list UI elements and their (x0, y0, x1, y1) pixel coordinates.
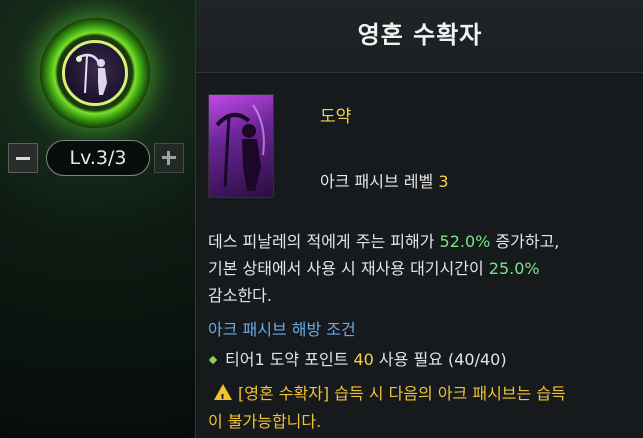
passive-level: 아크 패시브 레벨 3 (320, 168, 449, 192)
skill-level-controls: Lv.3/3 (8, 140, 194, 176)
reaper-icon (76, 53, 107, 95)
increase-level-button[interactable] (154, 143, 184, 173)
skill-node-soul-reaper[interactable] (40, 18, 150, 128)
skill-icon (208, 94, 274, 198)
exclusive-warning: [영혼 수확자] 습득 시 다음의 아크 패시브는 습득 이 불가능합니다. (208, 380, 638, 436)
tooltip-title: 영혼 수확자 (357, 21, 483, 49)
skill-node-portrait (62, 40, 128, 106)
warning-text: 이 불가능합니다. (208, 412, 322, 431)
plus-icon (162, 151, 176, 165)
desc-damage-value: 52.0% (439, 232, 491, 251)
unlock-condition-title: 아크 패시브 해방 조건 (208, 320, 356, 339)
warning-text: [영혼 수확자] 습득 시 다음의 아크 패시브는 습득 (238, 384, 566, 403)
minus-icon (16, 156, 30, 160)
skill-tooltip: 영혼 수확자 도약 아크 패시브 레벨 3 데스 피날레의 적에게 주는 피해가… (195, 0, 643, 438)
condition-text: 티어1 도약 포인트 (225, 350, 354, 369)
desc-text: 기본 상태에서 사용 시 재사용 대기시간이 (208, 259, 489, 278)
condition-text: 사용 필요 (40/40) (373, 350, 507, 369)
passive-level-label: 아크 패시브 레벨 (320, 172, 434, 191)
decrease-level-button[interactable] (8, 143, 38, 173)
desc-text: 감소한다. (208, 286, 272, 305)
condition-point-value: 40 (353, 350, 374, 369)
skill-level-display: Lv.3/3 (46, 140, 150, 176)
warning-icon (214, 384, 232, 413)
unlock-condition-item: 티어1 도약 포인트 40 사용 필요 (40/40) (208, 346, 507, 370)
bullet-diamond-icon (208, 355, 218, 364)
passive-level-value: 3 (438, 172, 449, 191)
skill-category: 도약 (320, 107, 352, 127)
desc-cooldown-value: 25.0% (488, 259, 540, 278)
reaper-scythe-icon (215, 104, 265, 191)
skill-description: 데스 피날레의 적에게 주는 피해가 52.0% 증가하고, 기본 상태에서 사… (208, 228, 638, 309)
desc-text: 데스 피날레의 적에게 주는 피해가 (208, 232, 440, 251)
desc-text: 증가하고, (490, 232, 560, 251)
